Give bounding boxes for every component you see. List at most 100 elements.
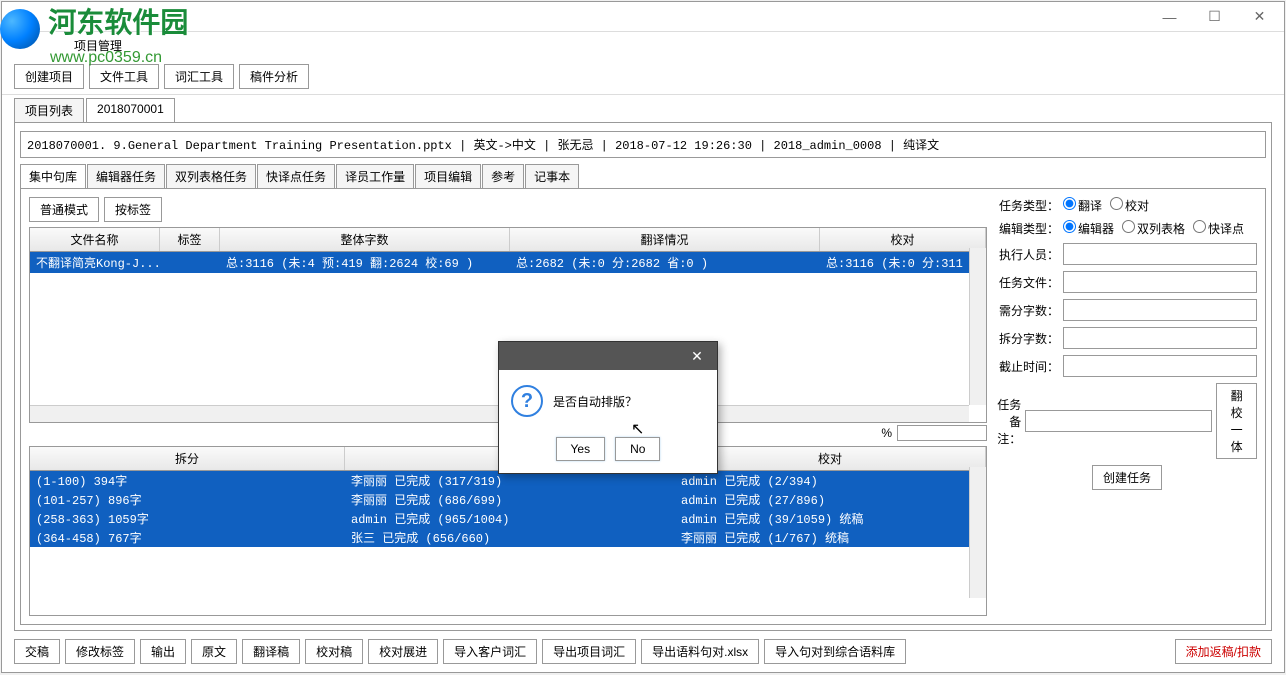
dialog-titlebar: ✕ bbox=[499, 342, 717, 370]
breadcrumb: 2018070001. 9.General Department Trainin… bbox=[20, 131, 1266, 158]
need-words-input[interactable] bbox=[1063, 299, 1257, 321]
subtab-editor-task[interactable]: 编辑器任务 bbox=[87, 164, 165, 188]
proofread-button[interactable]: 校对稿 bbox=[305, 639, 363, 664]
window-controls: — ☐ ✕ bbox=[1147, 3, 1282, 31]
subtab-sentence-db[interactable]: 集中句库 bbox=[20, 164, 86, 188]
th-proof[interactable]: 校对 bbox=[820, 228, 986, 251]
submit-button[interactable]: 交稿 bbox=[14, 639, 60, 664]
modify-label-button[interactable]: 修改标签 bbox=[65, 639, 135, 664]
radio-editor[interactable]: 编辑器 bbox=[1063, 220, 1114, 237]
cell-trans: 总:2682 (未:0 分:2682 省:0 ) bbox=[516, 254, 826, 271]
executor-label: 执行人员： bbox=[997, 246, 1059, 263]
subtab-quick-trans[interactable]: 快译点任务 bbox=[257, 164, 335, 188]
import-client-vocab-button[interactable]: 导入客户词汇 bbox=[443, 639, 537, 664]
subtab-workload[interactable]: 译员工作量 bbox=[336, 164, 414, 188]
main-tabs: 项目列表 2018070001 bbox=[2, 98, 1284, 122]
confirm-dialog: ✕ ? 是否自动排版？ Yes No bbox=[498, 341, 718, 474]
th-filename[interactable]: 文件名称 bbox=[30, 228, 160, 251]
radio-quick[interactable]: 快译点 bbox=[1193, 220, 1244, 237]
edit-type-radio-group: 编辑器 双列表格 快译点 bbox=[1063, 220, 1244, 237]
tag-mode-button[interactable]: 按标签 bbox=[104, 197, 162, 222]
bottom-buttons: 交稿 修改标签 输出 原文 翻译稿 校对稿 校对展进 导入客户词汇 导出项目词汇… bbox=[2, 631, 1284, 672]
split-words-input[interactable] bbox=[1063, 327, 1257, 349]
table-row[interactable]: (258-363) 1059字 admin 已完成 (965/1004) adm… bbox=[30, 509, 986, 528]
subtab-notepad[interactable]: 记事本 bbox=[525, 164, 579, 188]
cell-trans: 张三 已完成 (656/660) bbox=[351, 529, 681, 546]
titlebar: ▦ — ☐ ✕ bbox=[2, 2, 1284, 32]
normal-mode-button[interactable]: 普通模式 bbox=[29, 197, 99, 222]
table-row[interactable]: (364-458) 767字 张三 已完成 (656/660) 李丽丽 已完成 … bbox=[30, 528, 986, 547]
cell-trans: 李丽丽 已完成 (317/319) bbox=[351, 472, 681, 489]
radio-dual[interactable]: 双列表格 bbox=[1122, 220, 1185, 237]
menu-project-management[interactable]: 项目管理 bbox=[74, 37, 122, 54]
radio-translate[interactable]: 翻译 bbox=[1063, 197, 1102, 214]
cell-proof: 李丽丽 已完成 (1/767) 统稿 bbox=[681, 529, 980, 546]
yes-button[interactable]: Yes bbox=[556, 437, 606, 461]
task-file-input[interactable] bbox=[1063, 271, 1257, 293]
export-corpus-button[interactable]: 导出语料句对.xlsx bbox=[641, 639, 759, 664]
th-split[interactable]: 拆分 bbox=[30, 447, 345, 470]
cell-trans: 李丽丽 已完成 (686/699) bbox=[351, 491, 681, 508]
original-button[interactable]: 原文 bbox=[191, 639, 237, 664]
vocab-tools-button[interactable]: 词汇工具 bbox=[164, 64, 234, 89]
task-note-row: 任务备注： 翻校一体 bbox=[997, 383, 1257, 459]
th-trans-status[interactable]: 翻译情况 bbox=[510, 228, 820, 251]
dialog-message: 是否自动排版？ bbox=[553, 393, 637, 410]
no-button[interactable]: No bbox=[615, 437, 660, 461]
dialog-close-button[interactable]: ✕ bbox=[677, 342, 717, 370]
file-analysis-button[interactable]: 稿件分析 bbox=[239, 64, 309, 89]
cell-proof: admin 已完成 (2/394) bbox=[681, 472, 980, 489]
task-note-input[interactable] bbox=[1025, 410, 1212, 432]
subtab-dual-table[interactable]: 双列表格任务 bbox=[166, 164, 256, 188]
subtab-project-edit[interactable]: 项目编辑 bbox=[415, 164, 481, 188]
cell-split: (364-458) 767字 bbox=[36, 529, 351, 546]
table-row[interactable]: 不翻译简亮Kong-J... 总:3116 (未:4 预:419 翻:2624 … bbox=[30, 252, 986, 273]
import-corpus-button[interactable]: 导入句对到综合语料库 bbox=[764, 639, 906, 664]
th-proof2[interactable]: 校对 bbox=[675, 447, 986, 470]
create-task-row: 创建任务 bbox=[997, 465, 1257, 490]
task-type-radio-group: 翻译 校对 bbox=[1063, 197, 1149, 214]
proof-expand-button[interactable]: 校对展进 bbox=[368, 639, 438, 664]
radio-proofread[interactable]: 校对 bbox=[1110, 197, 1149, 214]
th-label[interactable]: 标签 bbox=[160, 228, 220, 251]
file-table-header: 文件名称 标签 整体字数 翻译情况 校对 bbox=[30, 228, 986, 252]
executor-input[interactable] bbox=[1063, 243, 1257, 265]
deadline-label: 截止时间： bbox=[997, 358, 1059, 375]
task-file-row: 任务文件： bbox=[997, 271, 1257, 293]
need-words-label: 需分字数： bbox=[997, 302, 1059, 319]
edit-type-label: 编辑类型： bbox=[997, 220, 1059, 237]
mode-row: 普通模式 按标签 bbox=[29, 197, 987, 222]
tab-project-id[interactable]: 2018070001 bbox=[86, 98, 175, 122]
output-button[interactable]: 输出 bbox=[140, 639, 186, 664]
task-file-label: 任务文件： bbox=[997, 274, 1059, 291]
titlebar-left: ▦ bbox=[4, 10, 20, 24]
export-project-vocab-button[interactable]: 导出项目词汇 bbox=[542, 639, 636, 664]
cell-proof: admin 已完成 (39/1059) 统稿 bbox=[681, 510, 980, 527]
create-project-button[interactable]: 创建项目 bbox=[14, 64, 84, 89]
subtabs: 集中句库 编辑器任务 双列表格任务 快译点任务 译员工作量 项目编辑 参考 记事… bbox=[20, 164, 1266, 188]
create-task-button[interactable]: 创建任务 bbox=[1092, 465, 1162, 490]
table-row[interactable]: (101-257) 896字 李丽丽 已完成 (686/699) admin 已… bbox=[30, 490, 986, 509]
tab-project-list[interactable]: 项目列表 bbox=[14, 98, 84, 122]
v-scrollbar[interactable] bbox=[969, 467, 986, 598]
file-tools-button[interactable]: 文件工具 bbox=[89, 64, 159, 89]
progress-pct-label: % bbox=[881, 426, 892, 440]
task-note-label: 任务备注： bbox=[997, 396, 1021, 447]
minimize-button[interactable]: — bbox=[1147, 3, 1192, 31]
deadline-input[interactable] bbox=[1063, 355, 1257, 377]
add-rework-button[interactable]: 添加返稿/扣款 bbox=[1175, 639, 1272, 664]
translation-button[interactable]: 翻译稿 bbox=[242, 639, 300, 664]
dialog-buttons: Yes No bbox=[499, 432, 717, 473]
trans-proof-button[interactable]: 翻校一体 bbox=[1216, 383, 1257, 459]
split-table-body: (1-100) 394字 李丽丽 已完成 (317/319) admin 已完成… bbox=[30, 471, 986, 547]
th-total-words[interactable]: 整体字数 bbox=[220, 228, 510, 251]
v-scrollbar[interactable] bbox=[969, 248, 986, 405]
cell-trans: admin 已完成 (965/1004) bbox=[351, 510, 681, 527]
subtab-reference[interactable]: 参考 bbox=[482, 164, 524, 188]
menubar: 占 项目管理 bbox=[2, 32, 1284, 59]
question-icon: ? bbox=[511, 385, 543, 417]
main-window: ▦ — ☐ ✕ 占 项目管理 创建项目 文件工具 词汇工具 稿件分析 项目列表 … bbox=[1, 1, 1285, 673]
close-button[interactable]: ✕ bbox=[1237, 3, 1282, 31]
maximize-button[interactable]: ☐ bbox=[1192, 3, 1237, 31]
dialog-body: ? 是否自动排版？ bbox=[499, 370, 717, 432]
